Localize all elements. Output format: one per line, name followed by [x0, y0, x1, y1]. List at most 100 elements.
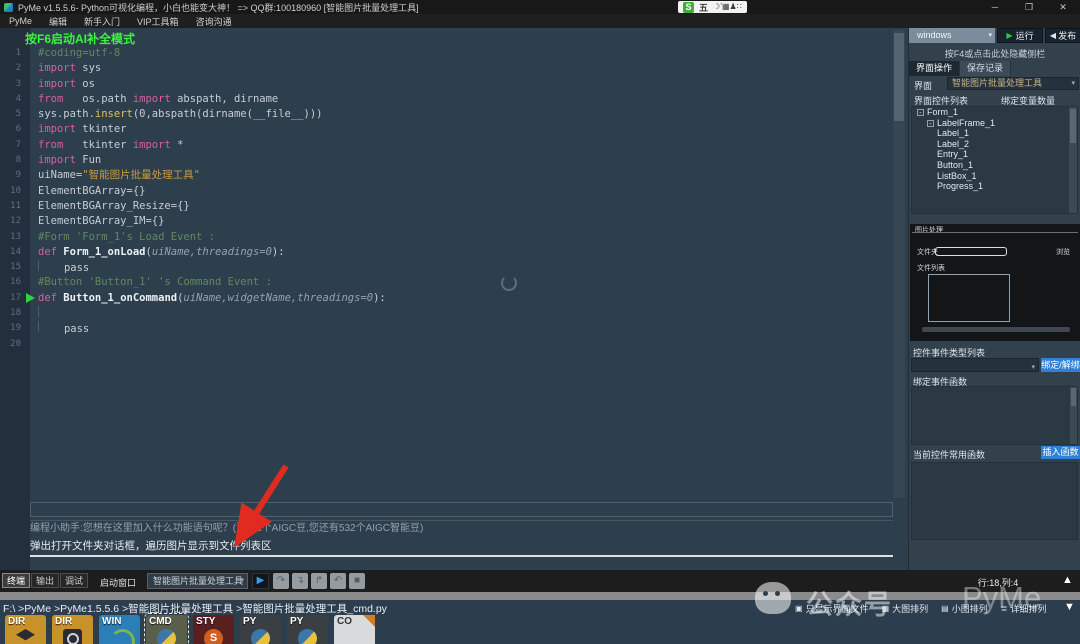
console-tab-终端[interactable]: 终端 — [2, 573, 30, 588]
assistant-prompt: 编程小助手:您想在这里加入什么功能语句呢？(消耗1个AIGC豆,您还有532个A… — [30, 520, 893, 537]
scrollbar-thumb[interactable] — [1070, 109, 1076, 143]
tree-item-Label_2[interactable]: Label_2 — [912, 139, 1077, 150]
filter-大图排列[interactable]: ▦大图排列 — [882, 602, 929, 615]
file-icon-dir[interactable]: DIR — [52, 615, 93, 644]
tree-expand-icon[interactable]: - — [927, 120, 934, 127]
horizontal-splitter[interactable] — [0, 592, 1080, 600]
editor-horizontal-scrollbar[interactable] — [30, 502, 893, 517]
code-line[interactable]: 7from tkinter import * — [0, 138, 892, 153]
file-icon-sty[interactable]: STYS — [193, 615, 234, 644]
sidebar-tab-界面操作[interactable]: 界面操作 — [909, 61, 960, 76]
file-icon-co[interactable]: CO — [334, 615, 375, 644]
menu-item-咨询沟通[interactable]: 咨询沟通 — [196, 15, 232, 28]
code-line[interactable]: 6import tkinter — [0, 122, 892, 137]
title-bar[interactable]: PyMe v1.5.5.6- Python可视化编程，小白也能变大神！ => Q… — [0, 0, 1080, 14]
bound-functions-listbox[interactable] — [911, 386, 1078, 445]
event-type-select[interactable]: ▾ — [911, 358, 1039, 372]
tree-item-Progress_1[interactable]: Progress_1 — [912, 181, 1077, 192]
menu-item-编辑[interactable]: 编辑 — [49, 15, 67, 28]
ime-icon[interactable]: ∷ — [737, 2, 742, 11]
filter-只显示界面文件[interactable]: ▣只显示界面文件 — [795, 602, 869, 615]
sidebar-tab-保存记录[interactable]: 保存记录 — [960, 61, 1011, 76]
tree-item-Label_1[interactable]: Label_1 — [912, 128, 1077, 139]
ime-icon[interactable]: ▦ — [722, 2, 730, 11]
code-line[interactable]: 10ElementBGArray={} — [0, 184, 892, 199]
code-line[interactable]: 17def Button_1_onCommand(uiName,widgetNa… — [0, 291, 892, 306]
filter-详细排列[interactable]: ≣详细排列 — [1001, 602, 1047, 615]
code-line[interactable]: 15 pass — [0, 260, 892, 275]
tree-item-Button_1[interactable]: Button_1 — [912, 160, 1077, 171]
code-line[interactable]: 16#Button 'Button_1' 's Command Event : — [0, 275, 892, 290]
file-icon-cmd[interactable]: CMD — [146, 615, 187, 644]
ime-mode-label[interactable]: 五 — [699, 1, 708, 14]
debug-step-icon[interactable]: ↴ — [292, 573, 308, 589]
code-line[interactable]: 20 — [0, 337, 892, 352]
code-line[interactable]: 19 pass — [0, 321, 892, 336]
menu-item-PyMe[interactable]: PyMe — [9, 16, 32, 26]
code-line[interactable]: 12ElementBGArray_IM={} — [0, 214, 892, 229]
scrollbar-thumb[interactable] — [1071, 388, 1076, 406]
debug-step-icon[interactable]: ↷ — [273, 573, 289, 589]
debug-step-icon[interactable]: ↶ — [330, 573, 346, 589]
code-line[interactable]: 8import Fun — [0, 153, 892, 168]
form-preview[interactable]: 图片处理 文件夹 浏览 文件列表 — [910, 224, 1080, 341]
breadcrumb[interactable]: F:\ >PyMe >PyMe1.5.5.6 >智能图片批量处理工具 >智能图片… — [3, 601, 387, 616]
code-line[interactable]: 9uiName="智能图片批量处理工具" — [0, 168, 892, 183]
ime-logo-icon[interactable]: S — [683, 2, 694, 13]
tree-item-Form_1[interactable]: -Form_1 — [912, 107, 1077, 118]
preview-folder-entry[interactable] — [935, 247, 1007, 256]
code-line[interactable]: 2import sys — [0, 61, 892, 76]
minimize-button[interactable]: ─ — [978, 0, 1012, 14]
tree-item-Entry_1[interactable]: Entry_1 — [912, 149, 1077, 160]
code-line[interactable]: 4from os.path import abspath, dirname — [0, 92, 892, 107]
run-button[interactable]: ▶ 运行 — [997, 28, 1043, 43]
common-functions-listbox[interactable] — [911, 462, 1078, 540]
code-lines: 1#coding=utf-82import sys3import os4from… — [0, 46, 892, 352]
file-icon-win[interactable]: WIN — [99, 615, 140, 644]
debug-step-icon[interactable]: ■ — [349, 573, 365, 589]
code-line[interactable]: 1#coding=utf-8 — [0, 46, 892, 61]
assistant-input[interactable]: 弹出打开文件夹对话框，遍历图片显示到文件列表区 — [30, 537, 893, 557]
maximize-button[interactable]: ❐ — [1012, 0, 1046, 14]
hide-sidebar-hint[interactable]: 按F4或点击此处隐藏侧栏 — [909, 47, 1080, 60]
publish-button[interactable]: ◀ 发布 — [1045, 28, 1080, 43]
console-tab-输出[interactable]: 输出 — [31, 573, 59, 588]
launch-window-select[interactable]: 智能图片批量处理工具 ▾ — [147, 573, 248, 589]
tree-item-ListBox_1[interactable]: ListBox_1 — [912, 171, 1077, 182]
code-line[interactable]: 14def Form_1_onLoad(uiName,threadings=0)… — [0, 245, 892, 260]
scrollbar-thumb[interactable] — [894, 33, 904, 121]
collapse-up-icon[interactable]: ▲ — [1062, 574, 1073, 586]
editor-vertical-scrollbar[interactable] — [893, 30, 905, 498]
code-editor[interactable]: 按F6启动AI补全模式 1#coding=utf-82import sys3im… — [0, 28, 908, 570]
menu-item-VIP工具箱[interactable]: VIP工具箱 — [137, 15, 179, 28]
listbox-scrollbar[interactable] — [1070, 387, 1077, 444]
file-icon-py[interactable]: PY — [240, 615, 281, 644]
collapse-down-icon[interactable]: ▼ — [1064, 601, 1075, 613]
target-platform-select[interactable]: windows ▾ — [909, 28, 995, 43]
tree-expand-icon[interactable]: - — [917, 109, 924, 116]
file-icon-dir[interactable]: DIR — [5, 615, 46, 644]
filter-小图排列[interactable]: ▤小图排列 — [941, 602, 988, 615]
debug-run-button[interactable]: ▶ — [252, 573, 269, 589]
preview-file-listbox[interactable] — [928, 274, 1010, 322]
ime-toolbar[interactable]: S 五 ☽’▦♟∷ — [678, 1, 747, 13]
tree-item-LabelFrame_1[interactable]: -LabelFrame_1 — [912, 118, 1077, 129]
preview-files-label: 文件列表 — [917, 263, 945, 273]
code-line[interactable]: 18 — [0, 306, 892, 321]
console-tab-调试[interactable]: 调试 — [60, 573, 88, 588]
app-logo-icon — [4, 3, 13, 12]
preview-browse-button[interactable]: 浏览 — [1056, 247, 1070, 257]
bind-unbind-button[interactable]: 绑定/解绑 — [1041, 358, 1080, 372]
ui-select[interactable]: 智能图片批量处理工具 ▾ — [947, 77, 1079, 90]
file-icon-py[interactable]: PY — [287, 615, 328, 644]
code-line[interactable]: 13#Form 'Form_1's Load Event : — [0, 230, 892, 245]
ime-icon[interactable]: ♟ — [730, 2, 737, 11]
code-line[interactable]: 11ElementBGArray_Resize={} — [0, 199, 892, 214]
code-line[interactable]: 5sys.path.insert(0,abspath(dirname(__fil… — [0, 107, 892, 122]
debug-step-icon[interactable]: ↱ — [311, 573, 327, 589]
menu-item-新手入门[interactable]: 新手入门 — [84, 15, 120, 28]
close-button[interactable]: ✕ — [1046, 0, 1080, 14]
tree-scrollbar[interactable] — [1069, 107, 1077, 213]
code-line[interactable]: 3import os — [0, 77, 892, 92]
insert-function-button[interactable]: 插入函数 — [1041, 446, 1080, 459]
